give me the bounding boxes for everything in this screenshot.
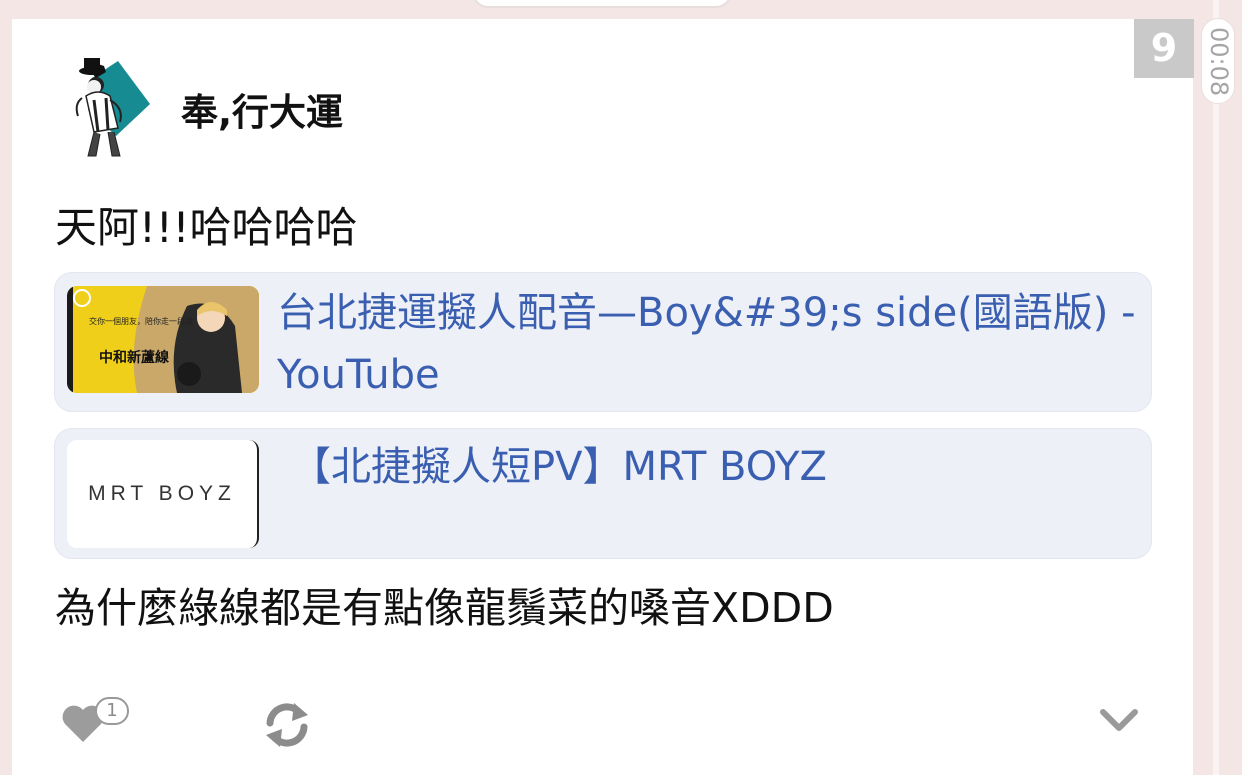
mrtboyz-thumbnail[interactable]: MRT BOYZ [67,440,259,548]
author-name[interactable]: 奉,行大運 [181,82,343,136]
top-pill [472,0,732,8]
link-title[interactable]: 台北捷運擬人配音—Boy&#39;s side(國語版) - YouTube [277,282,1137,406]
floor-number-badge: 9 [1134,19,1194,78]
repost-icon[interactable] [262,701,312,749]
link-title[interactable]: 【北捷擬人短PV】MRT BOYZ [291,436,827,498]
timestamp-pill: 00:08 [1201,18,1235,104]
timeline-rail [1213,0,1219,775]
like-count: 1 [95,697,129,725]
post-text-1: 天阿!!!哈哈哈哈 [55,203,358,252]
video-thumbnail[interactable]: 交你一個朋友，陪你走一段路 中和新蘆線 [67,286,259,393]
link-card-mrtboyz[interactable]: MRT BOYZ 【北捷擬人短PV】MRT BOYZ [54,428,1152,559]
post-text-2: 為什麼綠線都是有點像龍鬚菜的嗓音XDDD [55,584,834,632]
thumbnail-caption-2: 中和新蘆線 [99,349,169,366]
link-card-youtube[interactable]: 交你一個朋友，陪你走一段路 中和新蘆線 台北捷運擬人配音—Boy&#39;s s… [54,272,1152,412]
chevron-down-icon[interactable] [1098,706,1140,736]
timestamp: 00:08 [1205,27,1233,97]
mrtboyz-logo-text: MRT BOYZ [88,482,236,505]
avatar[interactable] [62,52,154,160]
thumbnail-caption-1: 交你一個朋友，陪你走一段路 [89,316,193,326]
